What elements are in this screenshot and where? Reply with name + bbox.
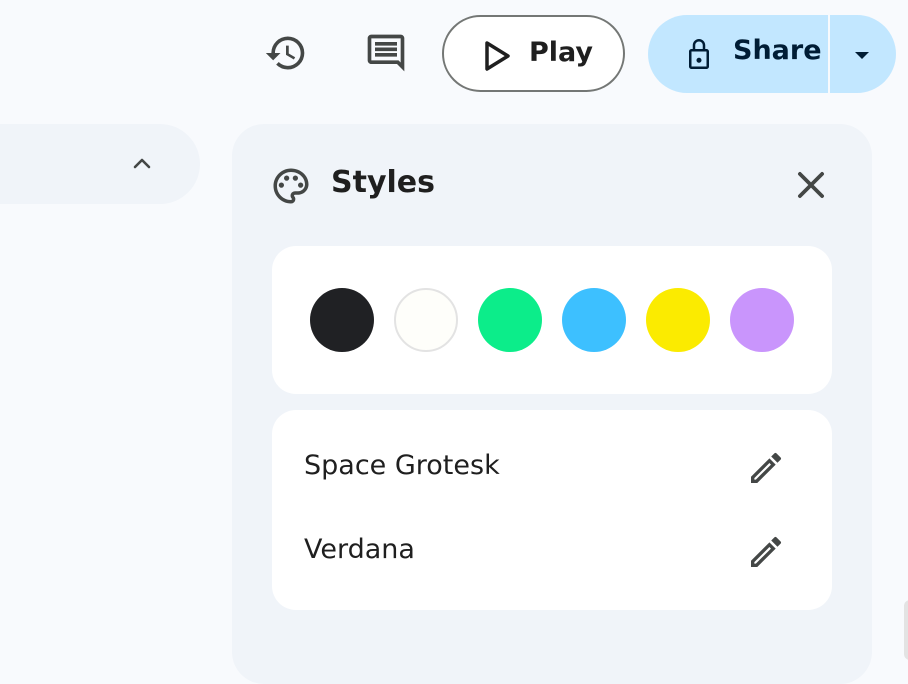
font-row-heading[interactable]: Space Grotesk bbox=[272, 426, 832, 510]
share-split-button: Share bbox=[648, 15, 896, 93]
color-swatch-blue[interactable] bbox=[562, 288, 626, 352]
scrollbar-edge[interactable] bbox=[904, 600, 908, 660]
version-history-button[interactable] bbox=[258, 25, 314, 81]
pencil-icon[interactable] bbox=[746, 532, 786, 572]
font-row-body[interactable]: Verdana bbox=[272, 510, 832, 594]
color-swatch-purple[interactable] bbox=[730, 288, 794, 352]
palette-icon bbox=[273, 168, 309, 204]
theme-fonts-card: Space Grotesk Verdana bbox=[272, 410, 832, 610]
caret-down-icon bbox=[855, 52, 869, 59]
play-button[interactable]: Play bbox=[442, 15, 625, 92]
play-label: Play bbox=[529, 37, 594, 68]
color-swatch-black[interactable] bbox=[310, 288, 374, 352]
share-button[interactable]: Share bbox=[648, 15, 828, 93]
theme-colors-card bbox=[272, 246, 832, 394]
color-swatch-green[interactable] bbox=[478, 288, 542, 352]
font-name: Verdana bbox=[304, 534, 415, 565]
share-label: Share bbox=[733, 35, 822, 66]
play-icon bbox=[485, 41, 510, 71]
styles-panel: Styles Space Grotesk Verdana bbox=[232, 124, 872, 684]
chevron-up-icon[interactable] bbox=[130, 152, 154, 176]
font-name: Space Grotesk bbox=[304, 450, 500, 481]
color-swatch-yellow[interactable] bbox=[646, 288, 710, 352]
comments-icon bbox=[367, 34, 405, 72]
color-swatch-white[interactable] bbox=[394, 288, 458, 352]
share-options-dropdown[interactable] bbox=[830, 15, 896, 93]
collapsible-section-header[interactable] bbox=[0, 124, 200, 204]
comments-button[interactable] bbox=[358, 25, 414, 81]
lock-icon bbox=[689, 39, 709, 69]
panel-title: Styles bbox=[331, 165, 435, 200]
pencil-icon[interactable] bbox=[746, 448, 786, 488]
history-icon bbox=[265, 36, 305, 70]
close-icon[interactable] bbox=[792, 166, 830, 204]
